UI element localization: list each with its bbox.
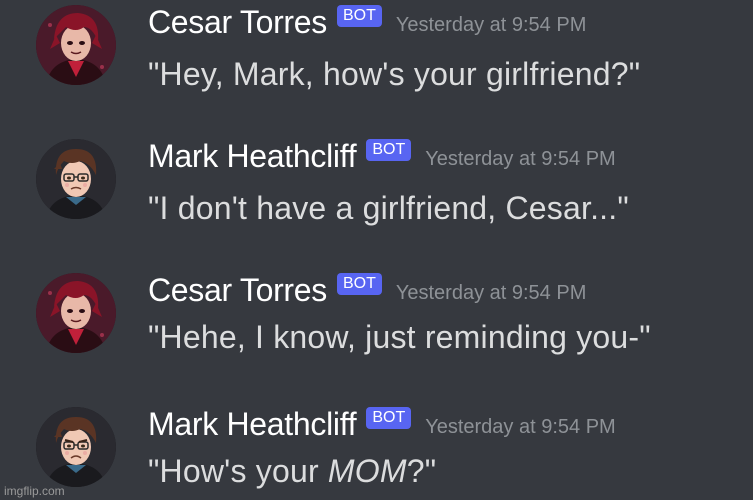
bot-tag: BOT [366, 139, 412, 161]
message-content: "Hey, Mark, how's your girlfriend?" [148, 56, 641, 92]
brown-haired-glasses-character-avatar-icon [36, 407, 116, 487]
username[interactable]: Cesar Torres [148, 4, 327, 40]
message-text-before: "How's your [148, 453, 328, 489]
chat-channel: Cesar Torres BOT Yesterday at 9:54 PM "H… [0, 0, 753, 500]
timestamp[interactable]: Yesterday at 9:54 PM [396, 281, 587, 305]
message-text-after: ?" [406, 453, 437, 489]
message-item: Mark Heathcliff BOT Yesterday at 9:54 PM… [0, 402, 753, 500]
message-item: Mark Heathcliff BOT Yesterday at 9:54 PM… [0, 134, 753, 254]
message-header: Mark Heathcliff BOT Yesterday at 9:54 PM [148, 138, 616, 174]
message-item: Cesar Torres BOT Yesterday at 9:54 PM "H… [0, 0, 753, 120]
message-content: "How's your MOM?" [148, 452, 436, 490]
red-haired-character-avatar-icon [36, 273, 116, 353]
timestamp[interactable]: Yesterday at 9:54 PM [425, 415, 616, 439]
message-text-emphasis: MOM [327, 453, 407, 489]
message-header: Cesar Torres BOT Yesterday at 9:54 PM [148, 272, 586, 308]
bot-tag: BOT [336, 273, 382, 295]
username[interactable]: Cesar Torres [148, 272, 327, 308]
message-content: "Hehe, I know, just reminding you-" [148, 319, 651, 355]
bot-tag: BOT [366, 407, 412, 429]
red-haired-character-avatar-icon [36, 5, 116, 85]
message-item: Cesar Torres BOT Yesterday at 9:54 PM "H… [0, 268, 753, 388]
brown-haired-glasses-character-avatar-icon [36, 139, 116, 219]
avatar[interactable] [36, 273, 116, 353]
username[interactable]: Mark Heathcliff [148, 138, 357, 174]
avatar[interactable] [36, 407, 116, 487]
bot-tag: BOT [336, 5, 382, 27]
watermark: imgflip.com [4, 484, 65, 498]
avatar[interactable] [36, 5, 116, 85]
avatar[interactable] [36, 139, 116, 219]
username[interactable]: Mark Heathcliff [148, 406, 357, 442]
message-header: Cesar Torres BOT Yesterday at 9:54 PM [148, 4, 586, 40]
timestamp[interactable]: Yesterday at 9:54 PM [425, 147, 616, 171]
message-header: Mark Heathcliff BOT Yesterday at 9:54 PM [148, 406, 616, 442]
message-content: "I don't have a girlfriend, Cesar..." [148, 190, 629, 226]
timestamp[interactable]: Yesterday at 9:54 PM [396, 13, 587, 37]
